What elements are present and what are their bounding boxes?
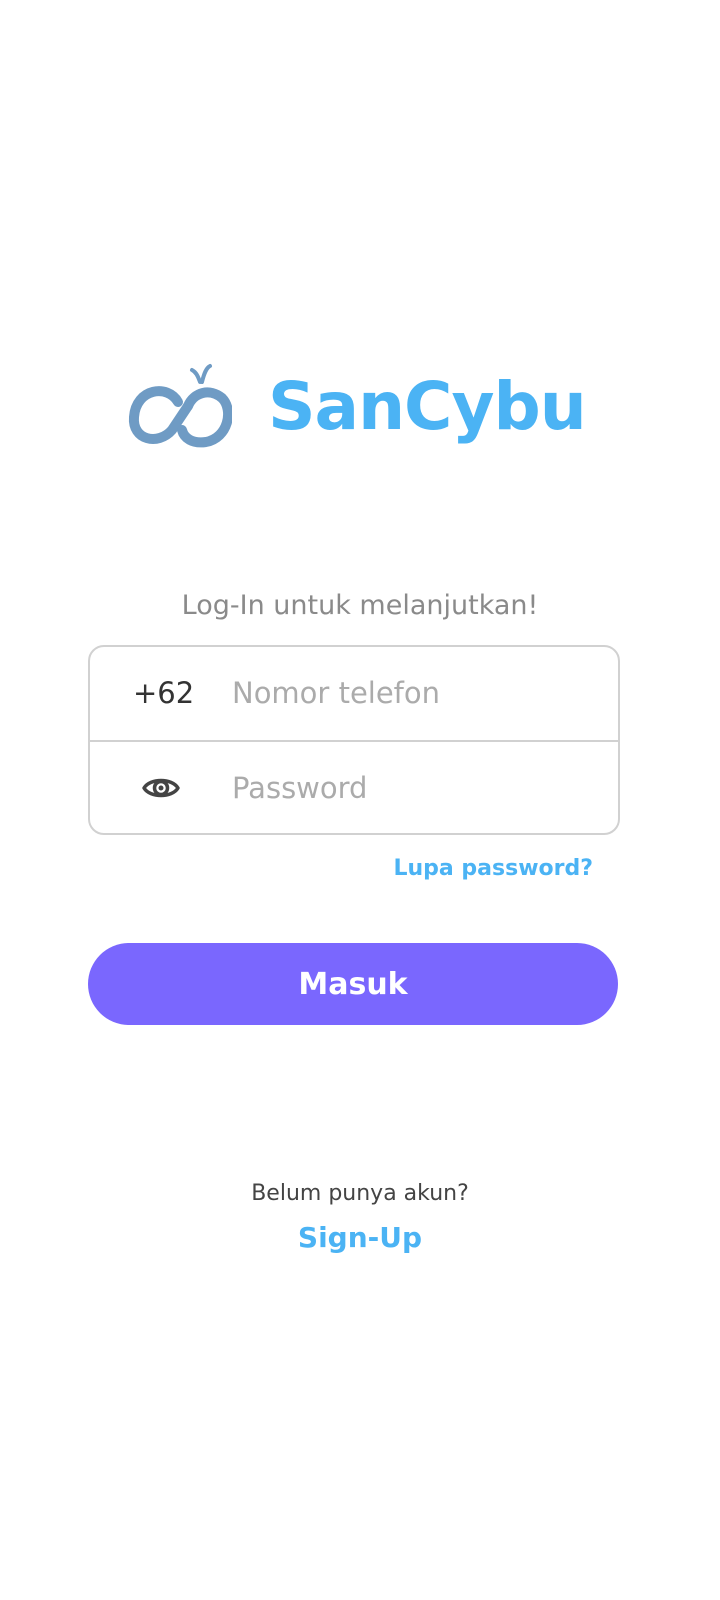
login-subtitle: Log-In untuk melanjutkan! xyxy=(181,590,539,621)
no-account-prompt: Belum punya akun? xyxy=(251,1181,469,1206)
login-button[interactable]: Masuk xyxy=(88,943,618,1025)
app-logo: SanCybu xyxy=(128,362,598,452)
sancybu-logo-icon xyxy=(128,364,232,448)
brand-name: SanCybu xyxy=(268,368,587,445)
eye-icon[interactable] xyxy=(141,768,181,808)
phone-row: +62 xyxy=(90,647,618,740)
password-row xyxy=(90,740,618,835)
signup-link[interactable]: Sign-Up xyxy=(0,1219,720,1257)
login-form: +62 xyxy=(88,645,620,835)
phone-number-input[interactable] xyxy=(232,665,592,721)
forgot-password-link[interactable]: Lupa password? xyxy=(393,852,593,886)
country-code-prefix[interactable]: +62 xyxy=(133,647,194,740)
password-input[interactable] xyxy=(232,760,592,816)
